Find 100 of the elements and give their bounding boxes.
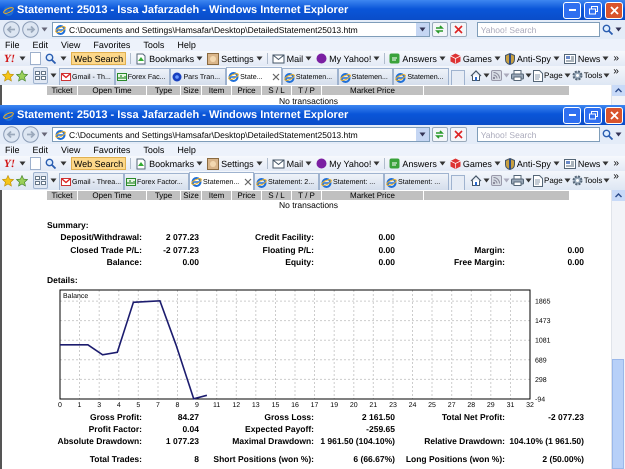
page-menu[interactable]: Page xyxy=(533,70,571,82)
dropdown-button[interactable] xyxy=(416,23,429,36)
close-button[interactable] xyxy=(605,106,623,124)
page-menu[interactable]: Page xyxy=(533,174,571,186)
print-icon[interactable] xyxy=(511,175,524,186)
toolbar-button[interactable]: Settings xyxy=(207,158,263,170)
toolbar-button[interactable]: Mail xyxy=(272,54,312,64)
caret-icon xyxy=(60,161,67,166)
search-icon[interactable] xyxy=(44,158,56,169)
column-header: Type xyxy=(147,86,181,95)
menu-item[interactable]: View xyxy=(61,145,80,155)
toolbar-search-field[interactable] xyxy=(30,157,41,170)
scrollbar[interactable] xyxy=(611,190,625,469)
stop-icon xyxy=(454,25,463,34)
maximize-button[interactable] xyxy=(584,106,602,124)
web-search-button[interactable]: Web Search xyxy=(70,157,126,170)
scroll-up-icon[interactable] xyxy=(612,190,625,201)
more-button[interactable]: » xyxy=(613,66,620,77)
toolbar-button[interactable]: Settings xyxy=(207,52,263,64)
feed-icon[interactable] xyxy=(491,70,502,81)
minimize-button[interactable] xyxy=(563,2,581,18)
yahoo-logo[interactable]: Y! xyxy=(4,52,15,64)
field-value: 8 xyxy=(193,453,199,466)
feed-icon[interactable] xyxy=(491,175,502,186)
home-icon[interactable] xyxy=(470,175,482,186)
add-favorite-icon[interactable] xyxy=(16,70,28,82)
back-icon[interactable] xyxy=(3,21,20,38)
caret-icon xyxy=(564,178,571,183)
search-icon[interactable] xyxy=(602,24,613,35)
forward-icon[interactable] xyxy=(22,126,39,143)
menu-item[interactable]: Favorites xyxy=(93,40,130,50)
close-button[interactable] xyxy=(605,2,623,18)
toolbar-button[interactable]: Games xyxy=(450,158,501,169)
dropdown-button[interactable] xyxy=(416,128,429,141)
menu-item[interactable]: Help xyxy=(177,40,196,50)
more-button[interactable]: » xyxy=(613,53,625,64)
caret-icon xyxy=(603,73,610,78)
menu-item[interactable]: Tools xyxy=(143,40,164,50)
home-icon[interactable] xyxy=(470,70,482,81)
toolbar-button[interactable]: Mail xyxy=(272,158,312,168)
scroll-up-icon[interactable] xyxy=(612,85,625,96)
field-value: 2 161.50 xyxy=(360,410,395,423)
menu-item[interactable]: File xyxy=(5,40,20,50)
maximize-button[interactable] xyxy=(584,2,602,18)
forward-icon[interactable] xyxy=(22,21,39,38)
toolbar-search-field[interactable] xyxy=(30,52,41,65)
search-field[interactable]: Yahoo! Search xyxy=(476,22,600,37)
address-field[interactable]: C:\Documents and Settings\Hamsafar\Desktop\DetailedStatement25013.htm xyxy=(52,127,430,142)
field-value: 0.04 xyxy=(181,422,199,436)
field-label: Gross Loss: xyxy=(263,410,315,423)
scroll-thumb[interactable] xyxy=(612,359,624,469)
toolbar-button[interactable]: Answers xyxy=(389,158,446,169)
address-field[interactable]: C:\Documents and Settings\Hamsafar\Desktop\DetailedStatement25013.htm xyxy=(52,22,430,37)
caret-icon xyxy=(41,132,48,137)
menu-item[interactable]: File xyxy=(5,145,20,155)
print-icon[interactable] xyxy=(511,70,524,81)
minimize-button[interactable] xyxy=(563,106,581,124)
settings-icon xyxy=(207,52,220,64)
more-button[interactable]: » xyxy=(613,171,620,182)
field-label: Absolute Drawdown: xyxy=(56,435,143,448)
toolbar-button[interactable]: News xyxy=(564,53,610,64)
back-icon[interactable] xyxy=(3,126,20,143)
close-icon[interactable] xyxy=(244,178,252,186)
toolbar-button[interactable]: Games xyxy=(450,53,501,64)
more-button[interactable]: » xyxy=(613,158,625,169)
tab-list-button[interactable] xyxy=(33,67,48,84)
menu-item[interactable]: Favorites xyxy=(93,145,130,155)
menu-item[interactable]: Help xyxy=(177,145,196,155)
close-icon[interactable] xyxy=(272,72,280,80)
search-icon[interactable] xyxy=(44,53,56,64)
browser-icon xyxy=(340,72,351,82)
yahoo-logo[interactable]: Y! xyxy=(4,158,15,170)
search-field[interactable]: Yahoo! Search xyxy=(476,127,600,142)
toolbar-button[interactable]: Bookmarks xyxy=(135,158,204,170)
toolbar-button[interactable]: News xyxy=(564,158,610,169)
star-icon[interactable] xyxy=(2,70,14,82)
menu-item[interactable]: Edit xyxy=(32,145,48,155)
toolbar-button[interactable]: Bookmarks xyxy=(135,52,204,64)
stop-button[interactable] xyxy=(450,22,467,37)
refresh-icon xyxy=(434,24,446,35)
field-label: Closed Trade P/L: xyxy=(69,244,143,256)
menu-item[interactable]: Tools xyxy=(143,145,164,155)
scrollbar[interactable] xyxy=(611,85,625,105)
menu-item[interactable]: View xyxy=(61,40,80,50)
web-search-button[interactable]: Web Search xyxy=(70,52,126,65)
stop-button[interactable] xyxy=(450,127,467,142)
toolbar-button[interactable]: My Yahoo! xyxy=(316,53,380,64)
tab-list-button[interactable] xyxy=(33,172,48,189)
toolbar-button[interactable]: Anti-Spy xyxy=(504,158,560,170)
toolbar-button[interactable]: Anti-Spy xyxy=(504,52,560,64)
star-icon[interactable] xyxy=(2,174,14,186)
browser-icon xyxy=(228,71,240,82)
add-favorite-icon[interactable] xyxy=(16,174,28,186)
toolbar-button[interactable]: Answers xyxy=(389,53,446,64)
toolbar-button[interactable]: My Yahoo! xyxy=(316,158,380,169)
tools-menu[interactable]: Tools xyxy=(572,70,610,81)
menu-item[interactable]: Edit xyxy=(32,40,48,50)
tools-menu[interactable]: Tools xyxy=(572,175,610,186)
column-header: S / L xyxy=(262,86,292,95)
search-icon[interactable] xyxy=(602,129,613,140)
